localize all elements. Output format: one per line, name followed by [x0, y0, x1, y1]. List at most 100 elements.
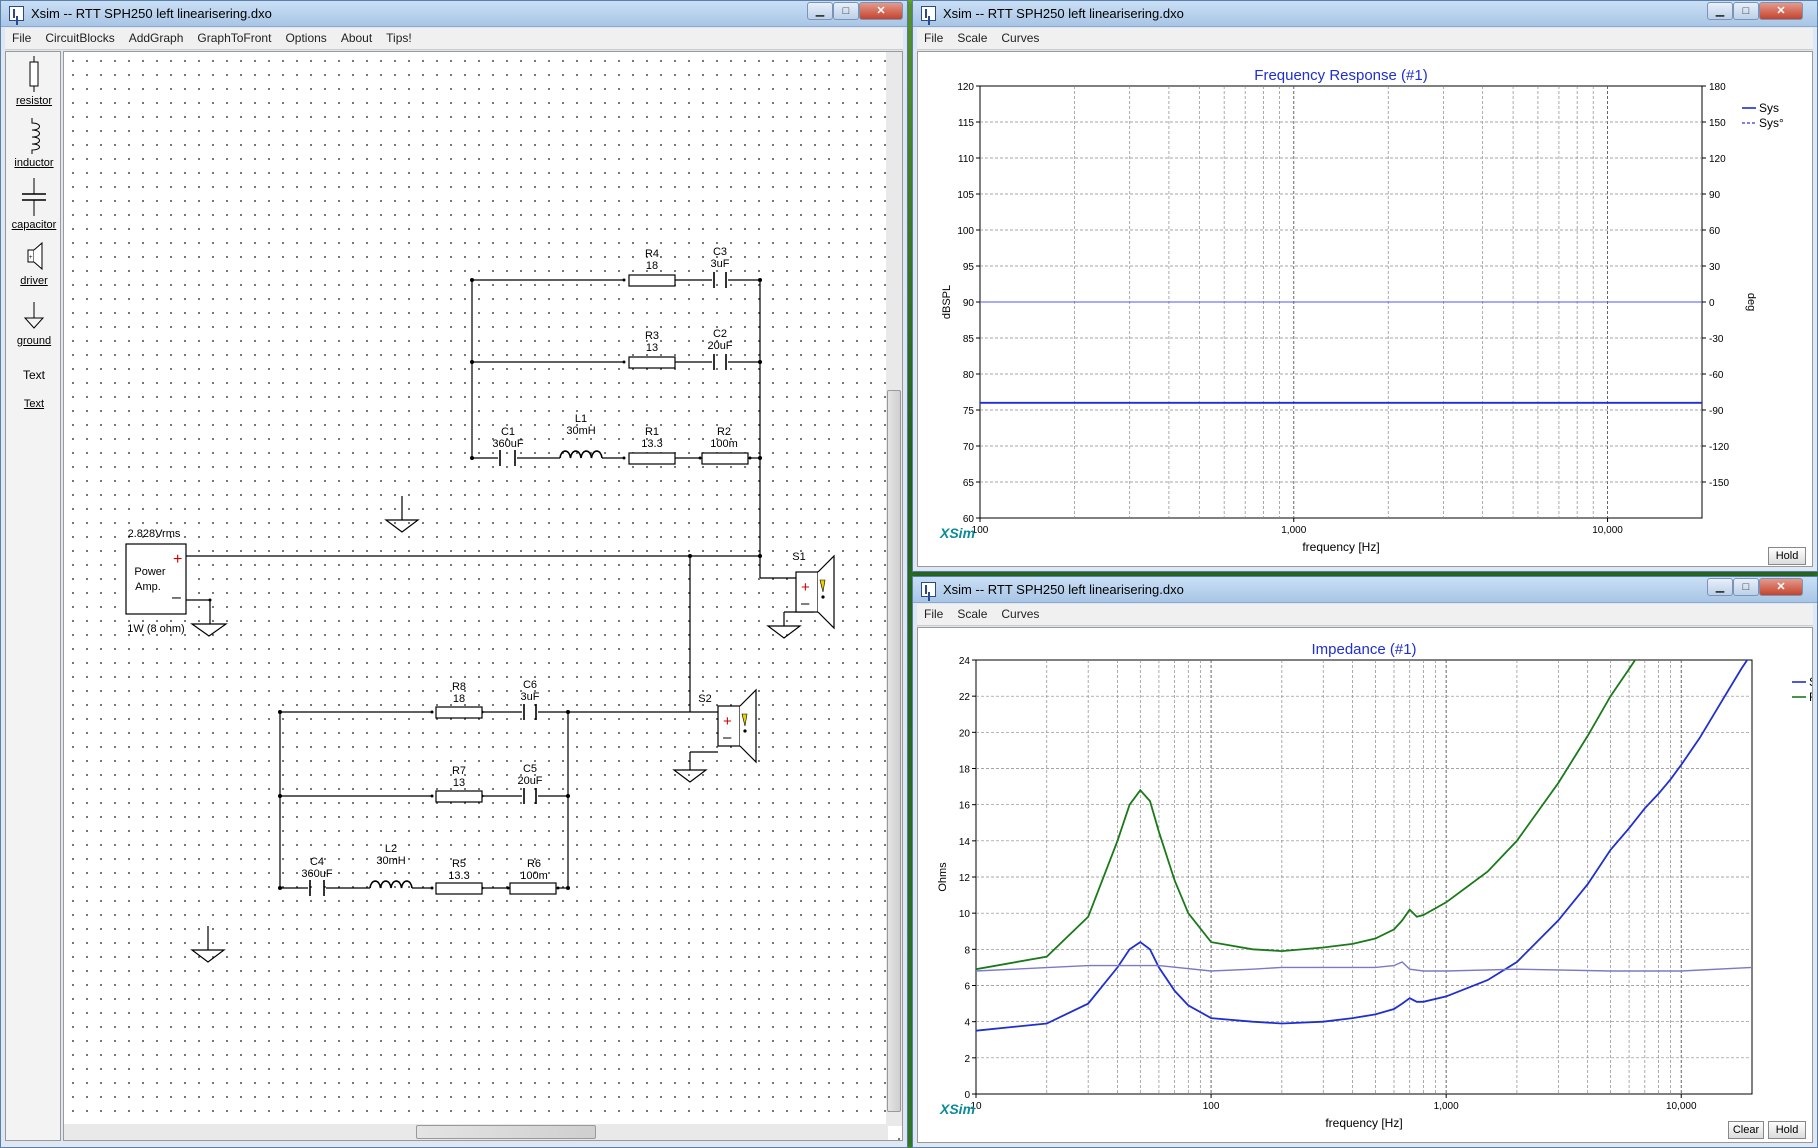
y-tick-label: 14: [959, 837, 971, 848]
resistor-R8[interactable]: [435, 706, 483, 719]
driver-S1[interactable]: + –: [795, 554, 835, 630]
menu-curves[interactable]: Curves: [994, 604, 1046, 621]
ground-symbol[interactable]: [766, 625, 802, 639]
C3-name: C3: [713, 246, 727, 258]
minimize-button[interactable]: ▁: [1707, 2, 1733, 20]
driver-S2[interactable]: + –: [717, 688, 757, 764]
C4-value: 360uF: [301, 868, 332, 880]
y2-tick-label: -30: [1709, 334, 1724, 345]
menu-circuitblocks[interactable]: CircuitBlocks: [38, 28, 121, 45]
menu-tips[interactable]: Tips!: [379, 28, 419, 45]
menu-file[interactable]: File: [917, 604, 950, 621]
minimize-button[interactable]: ▁: [1707, 578, 1733, 596]
resistor-R2[interactable]: [701, 452, 749, 465]
resistor-R3[interactable]: [628, 356, 676, 369]
maximize-button[interactable]: □: [1733, 578, 1759, 596]
tool-label: capacitor: [11, 219, 57, 231]
resistor-R5[interactable]: [435, 882, 483, 895]
x-tick-label: 1,000: [1434, 1101, 1459, 1112]
y-tick-label: 85: [963, 334, 975, 345]
capacitor-C6[interactable]: [523, 704, 537, 720]
tool-text-underlined[interactable]: Text: [6, 398, 62, 410]
y-tick-label: 2: [964, 1054, 970, 1065]
menu-addgraph[interactable]: AddGraph: [122, 28, 191, 45]
maximize-button[interactable]: □: [1733, 2, 1759, 20]
legend-label: Sys°: [1759, 116, 1784, 130]
close-button[interactable]: ✕: [1759, 578, 1803, 596]
title-bar[interactable]: Xsim -- RTT SPH250 left linearisering.dx…: [913, 1, 1817, 27]
menu-curves[interactable]: Curves: [994, 28, 1046, 45]
ground-symbol[interactable]: [672, 769, 708, 783]
circuit-canvas[interactable]: + – + – + – R4 18 C3 3uF R3 13 C2 20uF C…: [63, 51, 903, 1141]
menu-scale[interactable]: Scale: [950, 28, 994, 45]
capacitor-C3[interactable]: [713, 272, 727, 288]
capacitor-C4[interactable]: [309, 880, 325, 896]
R2-value: 100m: [710, 438, 738, 450]
tool-label: resistor: [15, 95, 53, 107]
ground-symbol[interactable]: [190, 949, 226, 963]
component-toolbox: resistor inductor capacitor + driver gro…: [5, 51, 61, 1141]
maximize-button[interactable]: □: [833, 2, 859, 20]
circuit-window[interactable]: Xsim -- RTT SPH250 left linearisering.dx…: [0, 0, 908, 1148]
y-tick-label: 70: [963, 442, 975, 453]
amp-load: 1W (8 ohm): [127, 623, 184, 635]
y-tick-label: 105: [957, 190, 974, 201]
tool-label: ground: [16, 335, 52, 347]
ground-symbol[interactable]: [190, 623, 228, 637]
scroll-thumb[interactable]: [416, 1125, 596, 1139]
tool-inductor[interactable]: inductor: [6, 118, 62, 169]
menu-file[interactable]: File: [5, 28, 38, 45]
y-tick-label: 60: [963, 514, 975, 525]
L1-name: L1: [575, 413, 587, 425]
close-button[interactable]: ✕: [859, 2, 903, 20]
y-tick-label: 95: [963, 262, 975, 273]
menu-file[interactable]: File: [917, 28, 950, 45]
ground-icon: [23, 302, 45, 329]
hold-button[interactable]: Hold: [1768, 547, 1806, 565]
ground-symbol[interactable]: [384, 519, 420, 533]
x-tick-label: 10,000: [1592, 525, 1623, 536]
C6-name: C6: [523, 679, 537, 691]
title-bar[interactable]: Xsim -- RTT SPH250 left linearisering.dx…: [1, 1, 907, 27]
close-button[interactable]: ✕: [1759, 2, 1803, 20]
y2-tick-label: 60: [1709, 226, 1721, 237]
tool-capacitor[interactable]: capacitor: [6, 178, 62, 231]
scroll-thumb[interactable]: [887, 390, 901, 1112]
capacitor-C1[interactable]: [499, 450, 516, 466]
inductor-L1[interactable]: [559, 450, 603, 459]
hold-button[interactable]: Hold: [1768, 1121, 1806, 1139]
resistor-R4[interactable]: [628, 274, 676, 287]
title-bar[interactable]: Xsim -- RTT SPH250 left linearisering.dx…: [913, 577, 1817, 603]
menu-graphtofront[interactable]: GraphToFront: [190, 28, 278, 45]
svg-text:+: +: [723, 713, 732, 730]
y-tick-label: 24: [959, 656, 971, 667]
vertical-scrollbar[interactable]: [886, 52, 902, 1126]
menu-scale[interactable]: Scale: [950, 604, 994, 621]
resistor-R1[interactable]: [628, 452, 676, 465]
frequency-response-window[interactable]: Xsim -- RTT SPH250 left linearisering.dx…: [912, 0, 1818, 572]
resistor-R6[interactable]: [509, 882, 557, 895]
resistor-R7[interactable]: [435, 790, 483, 803]
capacitor-C2[interactable]: [713, 354, 727, 370]
svg-text:+: +: [29, 255, 33, 261]
tool-label: driver: [20, 275, 48, 287]
legend-label: Sys: [1759, 101, 1779, 115]
capacitor-C5[interactable]: [523, 788, 537, 804]
y-tick-label: 12: [959, 873, 971, 884]
tool-driver[interactable]: + driver: [6, 240, 62, 287]
inductor-L2[interactable]: [369, 880, 413, 889]
menu-about[interactable]: About: [334, 28, 379, 45]
minimize-button[interactable]: ▁: [807, 2, 833, 20]
tool-resistor[interactable]: resistor: [6, 56, 62, 107]
window-title: Xsim -- RTT SPH250 left linearisering.dx…: [31, 6, 272, 21]
impedance-window[interactable]: Xsim -- RTT SPH250 left linearisering.dx…: [912, 576, 1818, 1148]
tool-text[interactable]: Text: [6, 368, 62, 382]
R8-name: R8: [452, 681, 466, 693]
R1-name: R1: [645, 426, 659, 438]
svg-text:+: +: [801, 579, 810, 596]
x-axis-label: frequency [Hz]: [1325, 1116, 1402, 1130]
horizontal-scrollbar[interactable]: [64, 1124, 888, 1140]
menu-options[interactable]: Options: [278, 28, 333, 45]
tool-ground[interactable]: ground: [6, 300, 62, 347]
clear-button[interactable]: Clear: [1728, 1121, 1764, 1139]
